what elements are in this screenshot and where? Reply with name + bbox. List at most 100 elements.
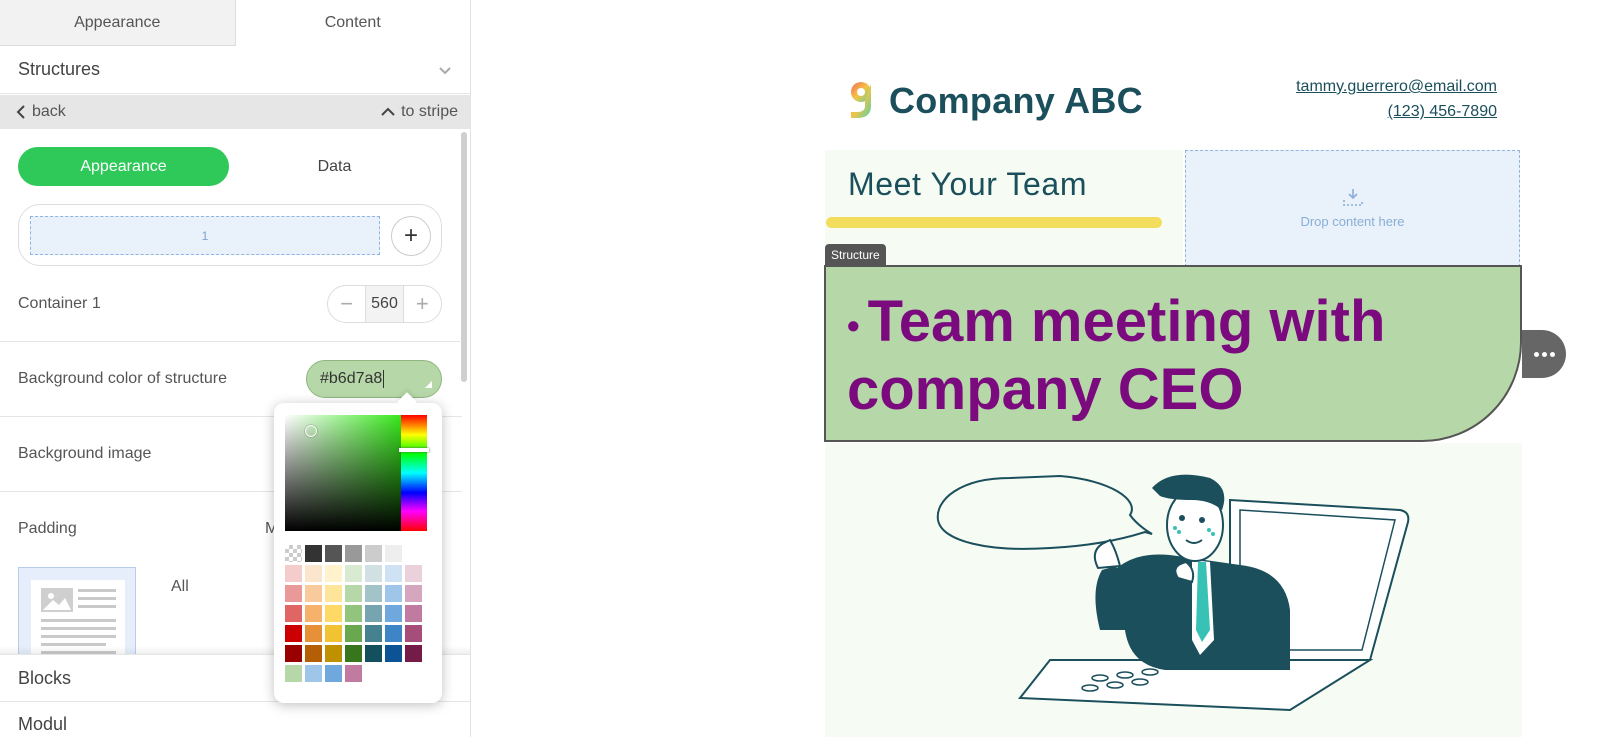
color-swatch[interactable] [325, 625, 342, 642]
color-swatch[interactable] [345, 665, 362, 682]
to-stripe-button[interactable]: to stripe [381, 103, 458, 121]
hue-handle[interactable] [399, 448, 429, 452]
color-swatch[interactable] [305, 625, 322, 642]
color-swatch[interactable] [385, 605, 402, 622]
panel-scrollbar[interactable] [461, 132, 467, 382]
dot-icon [1533, 351, 1539, 357]
container-label: Container 1 [18, 295, 101, 312]
team-title[interactable]: Meet Your Team [848, 166, 1087, 203]
color-swatch[interactable] [385, 545, 402, 562]
tab-content[interactable]: Content [235, 0, 470, 46]
chevron-down-icon [439, 66, 451, 74]
color-swatch[interactable] [285, 605, 302, 622]
color-swatch[interactable] [305, 645, 322, 662]
saturation-handle[interactable] [305, 425, 317, 437]
yellow-underline [826, 217, 1162, 228]
drop-icon [1342, 189, 1363, 206]
padding-preview[interactable] [18, 567, 136, 657]
color-picker-popup [274, 403, 442, 703]
color-swatch[interactable] [365, 545, 382, 562]
color-swatch[interactable] [345, 645, 362, 662]
color-swatch[interactable] [345, 625, 362, 642]
color-swatch[interactable] [405, 565, 422, 582]
color-swatch[interactable] [285, 665, 302, 682]
container-slot[interactable]: 1 [30, 216, 380, 255]
more-options-button[interactable] [1522, 330, 1566, 378]
headline-text: Team meeting with company CEO [847, 289, 1386, 422]
color-swatch[interactable] [325, 565, 342, 582]
color-swatch[interactable] [365, 565, 382, 582]
modules-section-header[interactable]: Modul [0, 702, 470, 737]
color-swatch[interactable] [305, 545, 322, 562]
modules-label: Modul [18, 714, 68, 734]
color-swatch[interactable] [285, 585, 302, 602]
segment-appearance[interactable]: Appearance [18, 147, 229, 186]
color-swatch[interactable] [345, 585, 362, 602]
color-swatch[interactable] [285, 645, 302, 662]
color-swatch[interactable] [345, 545, 362, 562]
text-line [78, 597, 116, 600]
color-swatch[interactable] [405, 585, 422, 602]
text-line [78, 589, 116, 592]
color-swatch[interactable] [405, 645, 422, 662]
bg-image-label: Background image [18, 445, 152, 462]
color-swatch[interactable] [325, 665, 342, 682]
drop-zone[interactable]: Drop content here [1185, 150, 1520, 267]
padding-label: Padding [18, 520, 77, 537]
back-button[interactable]: back [16, 103, 66, 121]
color-swatch[interactable] [385, 645, 402, 662]
color-swatch[interactable] [345, 605, 362, 622]
transparent-swatch[interactable] [285, 545, 302, 562]
picker-toggle-icon [425, 381, 432, 388]
color-swatch[interactable] [325, 645, 342, 662]
color-swatch[interactable] [385, 585, 402, 602]
color-swatch[interactable] [385, 565, 402, 582]
phone-link[interactable]: (123) 456-7890 [1388, 103, 1497, 121]
add-container-button[interactable]: + [391, 216, 431, 256]
structure-tag[interactable]: Structure [825, 244, 886, 266]
container-width-value[interactable]: 560 [365, 286, 404, 322]
color-swatch[interactable] [365, 585, 382, 602]
color-swatch[interactable] [325, 545, 342, 562]
blocks-label: Blocks [18, 667, 72, 688]
tab-appearance[interactable]: Appearance [0, 0, 236, 46]
increase-button[interactable]: + [404, 286, 441, 322]
company-logo-icon [851, 82, 871, 118]
color-swatch[interactable] [345, 565, 362, 582]
color-swatch[interactable] [365, 645, 382, 662]
to-stripe-label: to stripe [401, 103, 458, 120]
saturation-value-area[interactable] [285, 415, 401, 531]
appearance-data-switch: Appearance Data [18, 147, 442, 186]
color-swatch[interactable] [305, 665, 322, 682]
hue-slider[interactable] [401, 415, 427, 531]
color-swatch[interactable] [365, 605, 382, 622]
chevron-up-icon [381, 107, 395, 116]
color-swatch[interactable] [325, 585, 342, 602]
text-line [78, 605, 116, 608]
color-swatch[interactable] [405, 545, 422, 562]
back-label: back [32, 103, 66, 120]
color-swatch[interactable] [405, 625, 422, 642]
dot-icon [1541, 351, 1547, 357]
structures-section-header[interactable]: Structures [0, 46, 470, 94]
image-placeholder-icon [41, 588, 73, 612]
color-swatch[interactable] [285, 625, 302, 642]
color-swatch[interactable] [405, 605, 422, 622]
structures-label: Structures [18, 59, 101, 79]
color-swatch[interactable] [305, 565, 322, 582]
color-swatch[interactable] [285, 565, 302, 582]
email-link[interactable]: tammy.guerrero@email.com [1296, 78, 1497, 96]
bg-color-input[interactable]: #b6d7a8 [306, 360, 442, 398]
company-name: Company ABC [889, 80, 1143, 121]
decrease-button[interactable]: − [328, 286, 365, 322]
color-swatch[interactable] [365, 625, 382, 642]
color-swatch[interactable] [305, 605, 322, 622]
padding-all-label: All [171, 578, 189, 595]
color-swatch[interactable] [305, 585, 322, 602]
segment-data[interactable]: Data [229, 147, 440, 186]
color-swatch[interactable] [385, 625, 402, 642]
bg-color-value: #b6d7a8 [320, 370, 383, 387]
headline[interactable]: • Team meeting with company CEO [847, 290, 1487, 422]
color-swatch[interactable] [325, 605, 342, 622]
structure-nav-bar: back to stripe [0, 95, 470, 129]
